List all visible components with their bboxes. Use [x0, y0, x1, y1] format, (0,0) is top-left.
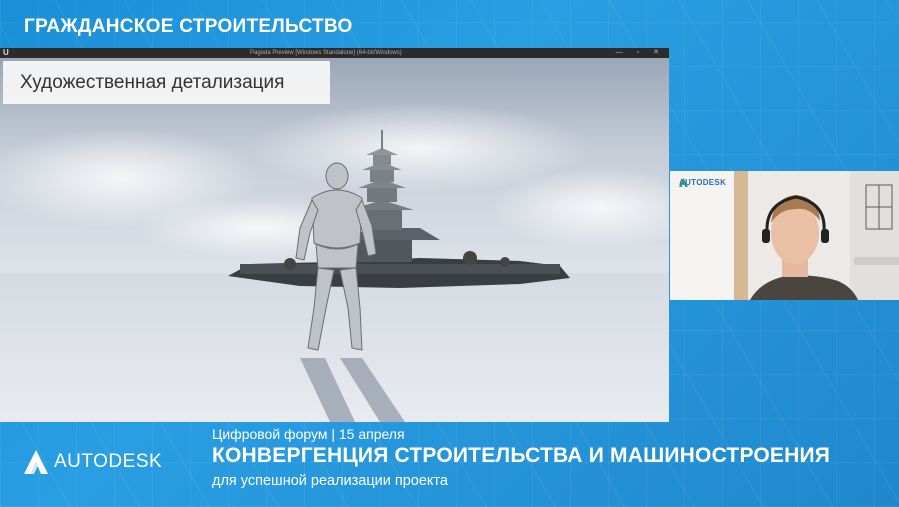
brand-name: AUTODESK	[54, 451, 163, 472]
window-controls[interactable]: — ▫ ✕	[616, 48, 665, 58]
autodesk-logo-icon	[24, 450, 48, 474]
event-banner: AUTODESK Цифровой форум | 15 апреля КОНВ…	[0, 422, 899, 507]
section-title: ГРАЖДАНСКОЕ СТРОИТЕЛЬСТВО	[24, 16, 353, 37]
speaker-webcam: AUTODESK	[670, 171, 899, 300]
slide-label: Художественная детализация	[3, 61, 330, 104]
window-title: Pagoda Preview [Windows Standalone] (64-…	[250, 50, 402, 56]
forum-date: Цифровой форум | 15 апреля	[212, 426, 405, 442]
webcam-scene	[670, 171, 899, 300]
event-headline: КОНВЕРГЕНЦИЯ СТРОИТЕЛЬСТВА И МАШИНОСТРОЕ…	[212, 444, 831, 467]
webcam-autodesk-logo: AUTODESK	[679, 178, 726, 187]
unreal-engine-icon: U	[3, 48, 9, 57]
event-subline: для успешной реализации проекта	[212, 473, 448, 489]
game-viewport[interactable]	[0, 58, 669, 422]
game-preview-window[interactable]: U Pagoda Preview [Windows Standalone] (6…	[0, 48, 669, 422]
autodesk-brand: AUTODESK	[24, 450, 162, 474]
autodesk-logo-icon	[679, 178, 688, 187]
